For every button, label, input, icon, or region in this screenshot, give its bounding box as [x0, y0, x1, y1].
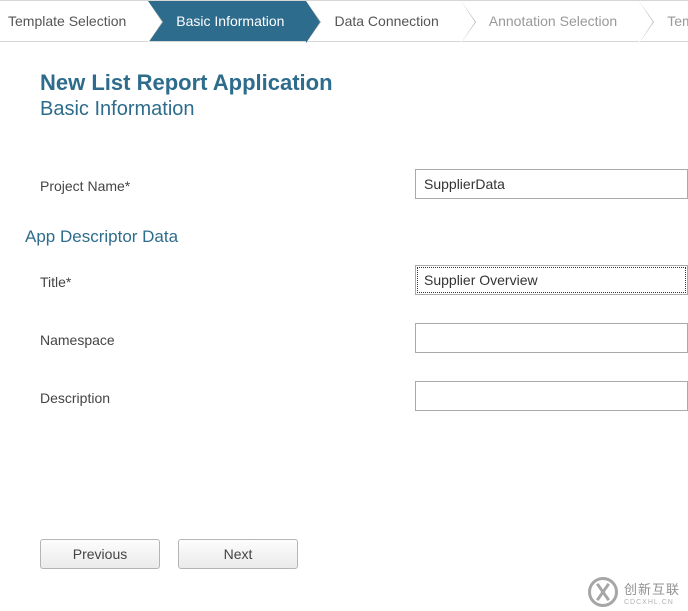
label-title: Title* — [40, 270, 415, 290]
content-area: New List Report Application Basic Inform… — [0, 42, 688, 411]
watermark-text: 创新互联 — [624, 582, 680, 597]
page-title: New List Report Application — [40, 70, 688, 96]
previous-button[interactable]: Previous — [40, 539, 160, 569]
input-project-name[interactable] — [415, 169, 688, 199]
form-area: Project Name* App Descriptor Data Title*… — [40, 169, 688, 411]
watermark-text-wrap: 创新互联 CDCXHL.CN — [624, 579, 680, 606]
wizard-step-template-selection[interactable]: Template Selection — [0, 0, 148, 41]
wizard-step-annotation-selection[interactable]: Annotation Selection — [461, 0, 639, 41]
row-description: Description — [40, 381, 688, 411]
watermark-subtext: CDCXHL.CN — [624, 599, 680, 606]
input-namespace[interactable] — [415, 323, 688, 353]
section-app-descriptor: App Descriptor Data — [25, 227, 688, 247]
wizard-step-label: Templa — [667, 13, 688, 29]
label-project-name: Project Name* — [40, 174, 415, 194]
row-project-name: Project Name* — [40, 169, 688, 199]
wizard-bar: Template Selection Basic Information Dat… — [0, 0, 688, 42]
label-namespace: Namespace — [40, 328, 415, 348]
wizard-step-label: Data Connection — [334, 13, 438, 29]
wizard-step-basic-information[interactable]: Basic Information — [148, 0, 306, 41]
wizard-step-data-connection[interactable]: Data Connection — [306, 0, 460, 41]
wizard-step-label: Annotation Selection — [489, 13, 617, 29]
page-subtitle: Basic Information — [40, 98, 688, 121]
wizard-step-label: Template Selection — [8, 13, 126, 29]
wizard-step-label: Basic Information — [176, 13, 284, 29]
button-bar: Previous Next — [40, 539, 298, 569]
watermark-logo-icon — [588, 577, 618, 607]
row-title: Title* — [40, 265, 688, 295]
row-namespace: Namespace — [40, 323, 688, 353]
label-description: Description — [40, 386, 415, 406]
input-title[interactable] — [415, 265, 688, 295]
input-description[interactable] — [415, 381, 688, 411]
next-button[interactable]: Next — [178, 539, 298, 569]
watermark: 创新互联 CDCXHL.CN — [588, 577, 680, 607]
